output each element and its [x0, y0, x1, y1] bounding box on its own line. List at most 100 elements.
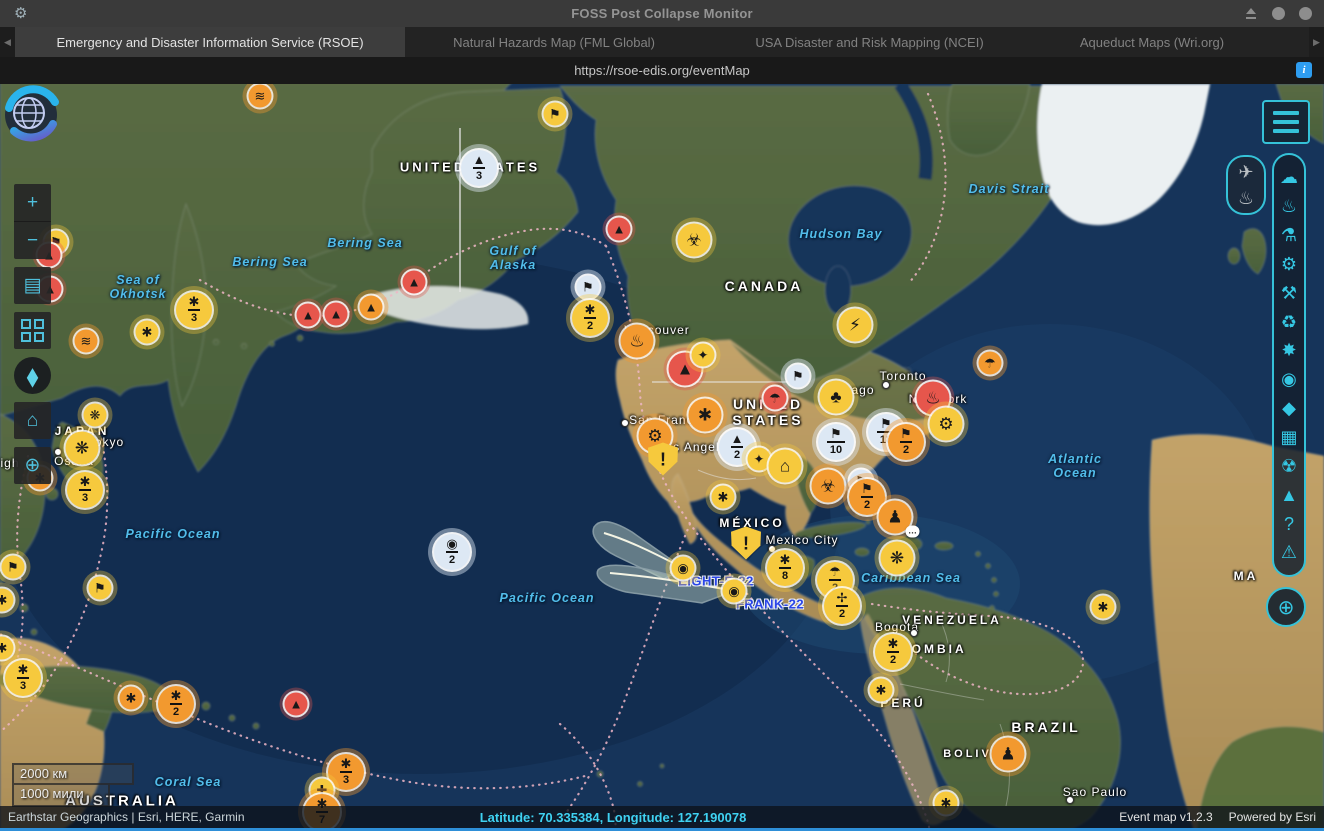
- event-marker-volcano[interactable]: ▲: [285, 693, 308, 716]
- volcano-icon: ▲: [330, 308, 343, 321]
- category-earthquake-icon[interactable]: ◉: [1281, 370, 1297, 388]
- event-marker-earthquake[interactable]: ✱3: [67, 472, 103, 508]
- compass-button[interactable]: ◆: [14, 357, 51, 394]
- event-marker-windsock[interactable]: ⚑2: [888, 424, 924, 460]
- storm-icon: ☂: [984, 357, 996, 370]
- industrial-smoke-icon[interactable]: ♨: [1238, 189, 1254, 207]
- event-marker-cyclone[interactable]: ◉2: [434, 534, 470, 570]
- event-marker-hurricane[interactable]: ◉: [723, 580, 746, 603]
- event-marker-animal[interactable]: ♣: [820, 381, 853, 414]
- category-weather-icon[interactable]: ☁: [1280, 168, 1298, 186]
- report-button[interactable]: ▤: [14, 267, 51, 304]
- browser-tab-0[interactable]: Emergency and Disaster Information Servi…: [15, 27, 405, 57]
- event-marker-earthquake[interactable]: ✱: [712, 486, 735, 509]
- event-marker-earthquake[interactable]: ✱: [0, 637, 14, 660]
- event-marker-earthquake[interactable]: ✱: [120, 687, 143, 710]
- event-marker-earthquake[interactable]: ✱2: [572, 300, 608, 336]
- event-marker-virus[interactable]: ❋: [66, 432, 99, 465]
- storm-track-label[interactable]: FRANK-22: [736, 597, 804, 612]
- event-marker-volcano[interactable]: ▲: [360, 296, 383, 319]
- category-roadworks-icon[interactable]: ▲: [1280, 486, 1298, 504]
- event-marker-fog[interactable]: ≋: [249, 85, 272, 108]
- eject-icon[interactable]: [1245, 8, 1258, 19]
- event-marker-earthquake[interactable]: ✱2: [158, 686, 194, 722]
- event-marker-fog[interactable]: ≋: [75, 330, 98, 353]
- menu-button[interactable]: [1262, 100, 1310, 144]
- event-marker-fire[interactable]: ♨: [621, 325, 654, 358]
- home-button[interactable]: ⌂: [14, 402, 51, 439]
- settings-gear-icon[interactable]: ⚙: [14, 6, 27, 21]
- event-marker-crime[interactable]: ✦: [692, 344, 715, 367]
- event-marker-landslide[interactable]: ✢2: [824, 588, 860, 624]
- window-circle-icon-1[interactable]: [1272, 7, 1285, 20]
- event-marker-volcano[interactable]: ▲: [297, 304, 320, 327]
- event-marker-volcano[interactable]: ▲: [403, 271, 426, 294]
- event-marker-earthquake[interactable]: ✱: [0, 589, 14, 612]
- event-marker-tornado[interactable]: ⌂: [769, 450, 802, 483]
- category-explosion-icon[interactable]: ✸: [1281, 341, 1296, 359]
- tab-scroll-left-icon[interactable]: ◀: [0, 27, 15, 57]
- browser-tab-2[interactable]: USA Disaster and Risk Mapping (NCEI): [703, 27, 1036, 57]
- event-marker-alert-shield[interactable]: !: [648, 443, 678, 476]
- global-events-button[interactable]: ⊕: [1266, 587, 1306, 627]
- event-marker-storm[interactable]: ☂: [764, 387, 787, 410]
- category-nuclear-icon[interactable]: ☢: [1281, 457, 1297, 475]
- event-marker-virus[interactable]: ❋: [881, 542, 914, 575]
- category-pollution-icon[interactable]: ▦: [1280, 428, 1297, 446]
- category-unknown-icon[interactable]: ?: [1284, 515, 1294, 533]
- event-marker-migration[interactable]: ♟: [992, 738, 1025, 771]
- event-marker-vehicle[interactable]: ⚙: [930, 408, 963, 441]
- event-marker-hurricane[interactable]: ◉: [672, 557, 695, 580]
- browser-tab-1[interactable]: Natural Hazards Map (FML Global): [405, 27, 703, 57]
- category-environment-icon[interactable]: ♻: [1281, 313, 1297, 331]
- event-marker-windsock[interactable]: ⚑: [2, 556, 25, 579]
- event-marker-windsock[interactable]: ⚑: [577, 276, 600, 299]
- event-marker-crime[interactable]: ✦: [748, 448, 771, 471]
- url-bar[interactable]: https://rsoe-edis.org/eventMap i: [0, 57, 1324, 84]
- event-marker-earthquake[interactable]: ✱: [870, 679, 893, 702]
- locate-button[interactable]: ⊕: [14, 447, 51, 484]
- event-map[interactable]: UNITED STATESCANADAUNITED STATESMÉXICOJA…: [0, 84, 1324, 831]
- event-marker-windsock[interactable]: ⚑10: [818, 424, 854, 460]
- event-marker-earthquake[interactable]: ✱8: [767, 550, 803, 586]
- event-marker-bird-flu[interactable]: ☣: [678, 224, 711, 257]
- category-flood-icon[interactable]: ◆: [1282, 399, 1296, 417]
- hurricane-icon: ◉: [728, 585, 739, 598]
- event-marker-windsock[interactable]: ⚑: [89, 577, 112, 600]
- event-count: 2: [446, 551, 458, 566]
- event-marker-earthquake[interactable]: ✱: [1092, 596, 1115, 619]
- event-marker-windsock[interactable]: ⚑: [544, 103, 567, 126]
- event-marker-earthquake[interactable]: ✱3: [328, 754, 364, 790]
- zoom-in-button[interactable]: +: [14, 184, 51, 221]
- event-marker-virus[interactable]: ❋: [84, 404, 107, 427]
- event-marker-volcano[interactable]: ▲: [608, 218, 631, 241]
- event-marker-migration[interactable]: ♟…: [879, 501, 912, 534]
- event-marker-avalanche[interactable]: ▲3: [461, 150, 497, 186]
- category-emergency-icon[interactable]: ⚠: [1281, 543, 1297, 561]
- event-marker-earthquake[interactable]: ✱: [136, 321, 159, 344]
- category-chemical-icon[interactable]: ⚗: [1281, 226, 1297, 244]
- event-marker-earthquake[interactable]: ✱3: [5, 660, 41, 696]
- event-marker-windsock[interactable]: ⚑: [787, 365, 810, 388]
- layers-button[interactable]: [14, 312, 51, 349]
- browser-tab-3[interactable]: Aqueduct Maps (Wri.org): [1036, 27, 1268, 57]
- event-marker-storm[interactable]: ☂: [979, 352, 1002, 375]
- tab-scroll-right-icon[interactable]: ▶: [1309, 27, 1324, 57]
- event-marker-earthquake[interactable]: ✱: [689, 399, 722, 432]
- event-marker-biohazard[interactable]: ☣: [812, 470, 845, 503]
- flight-info-icon[interactable]: ✈: [1238, 163, 1253, 181]
- category-civil-unrest-icon[interactable]: ⚒: [1281, 284, 1297, 302]
- event-marker-volcano[interactable]: ▲: [325, 303, 348, 326]
- window-circle-icon-2[interactable]: [1299, 7, 1312, 20]
- info-icon[interactable]: i: [1296, 62, 1312, 78]
- event-marker-earthquake[interactable]: ✱2: [875, 634, 911, 670]
- category-industrial-icon[interactable]: ⚙: [1281, 255, 1297, 273]
- home-icon: ⌂: [27, 410, 38, 432]
- event-marker-alert-shield[interactable]: !: [731, 527, 761, 560]
- event-marker-earthquake[interactable]: ✱3: [176, 292, 212, 328]
- avalanche-icon: ▲: [473, 153, 486, 166]
- category-fire-icon[interactable]: ♨: [1281, 197, 1297, 215]
- event-marker-power-outage[interactable]: ⚡: [839, 309, 872, 342]
- zoom-out-icon: −: [27, 230, 38, 252]
- zoom-out-button[interactable]: −: [14, 221, 51, 259]
